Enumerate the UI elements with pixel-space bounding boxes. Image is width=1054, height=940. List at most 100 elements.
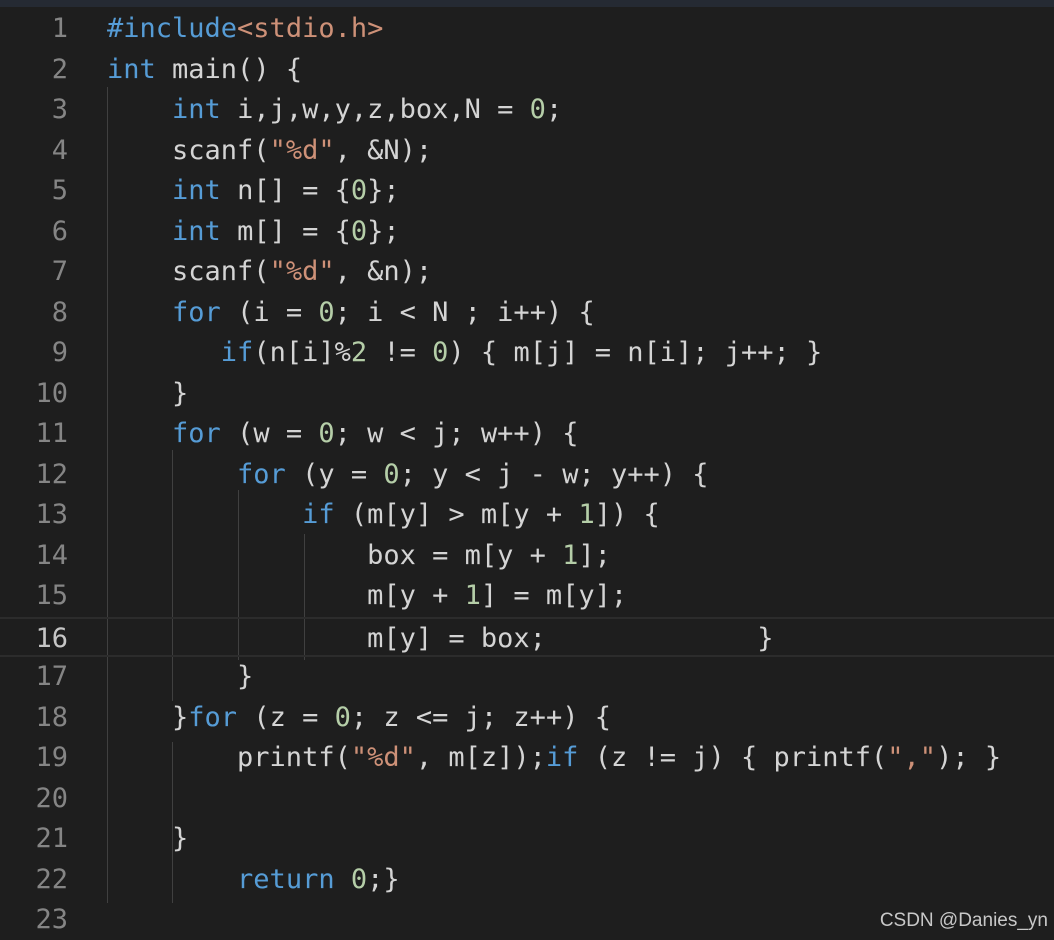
code-line[interactable]: 18 }for (z = 0; z <= j; z++) { xyxy=(0,698,1054,738)
code-line[interactable]: 14 box = m[y + 1]; xyxy=(0,536,1054,576)
code-line[interactable]: 17 } xyxy=(0,657,1054,697)
code-token: (n[i]% xyxy=(253,337,351,368)
code-text: }for (z = 0; z <= j; z++) { xyxy=(107,698,611,738)
number-token: 0 xyxy=(350,863,368,895)
code-line[interactable]: 4 scanf("%d", &N); xyxy=(0,131,1054,171)
code-token: }; xyxy=(367,215,400,247)
number-token: 0 xyxy=(383,458,400,490)
keyword-token: for xyxy=(237,458,286,490)
code-token: i,j,w,y,z,box,N = xyxy=(220,94,530,125)
code-token: ; y < j - w; y++) { xyxy=(399,458,709,490)
line-number: 9 xyxy=(51,337,68,368)
code-line[interactable]: 1 #include<stdio.h> xyxy=(0,9,1054,49)
code-text: for (y = 0; y < j - w; y++) { xyxy=(107,455,709,495)
code-text: printf("%d", m[z]);if (z != j) { printf(… xyxy=(107,738,1001,778)
line-number: 4 xyxy=(51,134,68,166)
code-text: for (i = 0; i < N ; i++) { xyxy=(107,293,595,333)
code-text: int main() { xyxy=(107,50,302,90)
editor-top-bar xyxy=(0,0,1054,7)
line-number: 19 xyxy=(35,742,68,773)
code-token: ; i < N ; i++) { xyxy=(334,296,595,328)
code-line[interactable]: 10 } xyxy=(0,374,1054,414)
line-number: 1 xyxy=(51,13,68,44)
line-number: 13 xyxy=(35,499,68,530)
code-text: int i,j,w,y,z,box,N = 0; xyxy=(107,90,562,130)
keyword-token: int xyxy=(172,175,221,206)
code-line[interactable]: 8 for (i = 0; i < N ; i++) { xyxy=(0,293,1054,333)
code-line[interactable]: 21 } xyxy=(0,819,1054,859)
code-token: ]; xyxy=(578,539,611,571)
keyword-token: return xyxy=(237,863,335,895)
code-token: ; w < j; w++) { xyxy=(334,418,579,449)
code-editor[interactable]: 1 #include<stdio.h> 2 int main() {3 int i,j… xyxy=(0,7,1054,935)
number-token: 0 xyxy=(334,701,351,733)
code-token: ; xyxy=(545,94,563,125)
code-token: != xyxy=(367,337,433,368)
line-number: 14 xyxy=(35,539,68,571)
line-number: 17 xyxy=(35,661,68,692)
number-token: 2 xyxy=(350,337,368,368)
code-line[interactable]: 2 int main() { xyxy=(0,50,1054,90)
code-line[interactable]: 12 for (y = 0; y < j - w; y++) { xyxy=(0,455,1054,495)
code-text: for (w = 0; w < j; w++) { xyxy=(107,414,578,454)
code-token: (w = xyxy=(220,418,319,449)
code-token: scanf( xyxy=(107,256,270,287)
code-text: int n[] = {0}; xyxy=(107,171,400,211)
string-token: "," xyxy=(887,742,937,773)
code-text: if (m[y] > m[y + 1]) { xyxy=(107,495,660,535)
code-token: (y = xyxy=(285,458,384,490)
line-number: 18 xyxy=(35,701,68,733)
watermark: CSDN @Danies_yn xyxy=(879,910,1048,931)
code-line[interactable]: 5 int n[] = {0}; xyxy=(0,171,1054,211)
code-token: }; xyxy=(367,175,400,206)
code-line[interactable]: 11 for (w = 0; w < j; w++) { xyxy=(0,414,1054,454)
code-text: } xyxy=(107,819,188,859)
code-line[interactable]: 9 if(n[i]%2 != 0) { m[j] = n[i]; j++; } xyxy=(0,333,1054,373)
code-line[interactable]: 16 m[y] = box; } xyxy=(0,616,1054,657)
line-number: 22 xyxy=(35,863,68,895)
code-line[interactable]: 19 printf("%d", m[z]);if (z != j) { prin… xyxy=(0,738,1054,778)
code-token: main() { xyxy=(155,53,303,85)
code-line[interactable]: 20 xyxy=(0,779,1054,819)
code-text: m[y + 1] = m[y]; xyxy=(107,576,627,616)
code-token: , m[z]); xyxy=(415,742,546,773)
code-token: printf( xyxy=(107,742,351,773)
code-token: } xyxy=(107,701,189,733)
code-line[interactable]: 3 int i,j,w,y,z,box,N = 0; xyxy=(0,90,1054,130)
code-line[interactable]: 6 int m[] = {0}; xyxy=(0,212,1054,252)
keyword-token: for xyxy=(188,701,238,733)
code-line[interactable]: 15 m[y + 1] = m[y]; xyxy=(0,576,1054,616)
string-token: "%d" xyxy=(350,742,416,773)
keyword-token: if xyxy=(545,742,579,773)
code-line[interactable]: 13 if (m[y] > m[y + 1]) { xyxy=(0,495,1054,535)
line-number: 8 xyxy=(51,296,68,328)
code-token: m[y] = box; } xyxy=(107,622,774,654)
keyword-token: int xyxy=(107,53,156,85)
keyword-token: for xyxy=(172,418,221,449)
number-token: 0 xyxy=(318,296,335,328)
code-token: box = m[y + xyxy=(107,539,563,571)
line-number: 20 xyxy=(35,782,68,814)
code-token: } xyxy=(107,823,189,854)
code-token: n[] = { xyxy=(220,175,351,206)
string-token: "%d" xyxy=(269,134,335,166)
code-text: if(n[i]%2 != 0) { m[j] = n[i]; j++; } xyxy=(107,333,823,373)
line-number: 5 xyxy=(51,175,68,206)
number-token: 0 xyxy=(350,215,368,247)
code-line[interactable]: 7 scanf("%d", &n); xyxy=(0,252,1054,292)
line-number: 21 xyxy=(35,823,68,854)
code-line[interactable]: 22 return 0;} xyxy=(0,860,1054,900)
code-text: } xyxy=(107,657,253,697)
code-token: ) { m[j] = n[i]; j++; } xyxy=(448,337,823,368)
code-text: #include<stdio.h> xyxy=(107,9,383,49)
code-token: scanf( xyxy=(107,134,270,166)
number-token: 1 xyxy=(562,539,579,571)
